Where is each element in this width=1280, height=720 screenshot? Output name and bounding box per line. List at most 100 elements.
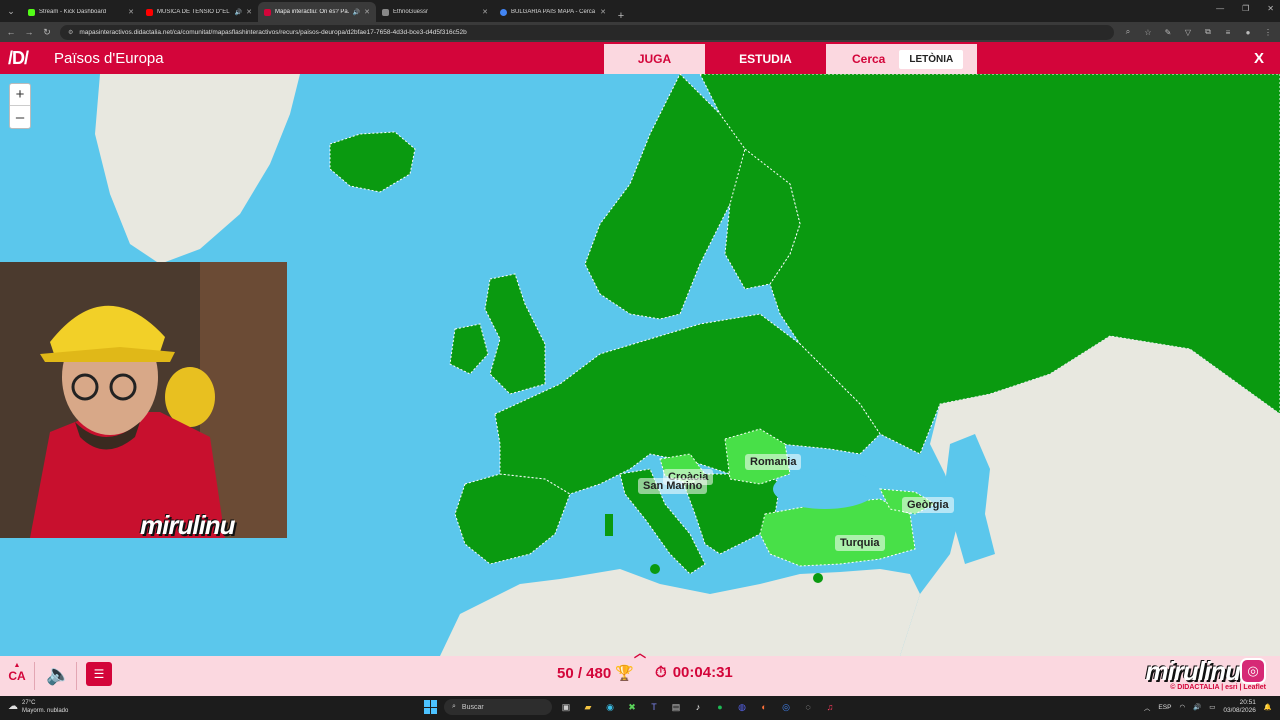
back-icon[interactable]: ← [6,27,16,37]
close-tab-icon[interactable]: ✕ [600,8,606,16]
forward-icon[interactable]: → [24,27,34,37]
language-label: CA [8,669,26,683]
volume-icon[interactable]: 🔊 [1193,703,1201,711]
address-bar: ← → ↻ ⚙ mapasinteractivos.didactalia.net… [0,22,1280,42]
country-ireland[interactable] [449,323,489,375]
tab-search-icon[interactable]: ⌄ [0,0,22,22]
country-sardinia[interactable] [605,514,613,536]
spotify-icon[interactable]: ● [712,699,728,715]
bookmark-star-icon[interactable]: ☆ [1142,28,1154,37]
new-tab-icon[interactable]: + [612,10,630,22]
tab-title: BULGARIA PAIS MAPA - Cerca a... [511,9,597,15]
estudia-button[interactable]: ESTUDIA [705,44,826,74]
wifi-icon[interactable]: ◠ [1179,703,1185,711]
site-info-icon[interactable]: ⚙ [68,29,73,36]
system-clock[interactable]: 20:51 03/08/2026 [1223,699,1256,715]
browser-tab-2[interactable]: MÚSICA DE TENSIÓ D''EL ... 🔊 ✕ [140,2,258,22]
didactalia-logo[interactable]: /D/ [8,48,48,69]
cerca-prompt: Cerca LETÒNIA [826,44,977,74]
comments-icon[interactable]: ☰ [86,662,112,686]
map-credits: © DIDACTALIA | esri | Leaflet [1170,684,1266,691]
clock-date: 03/08/2026 [1223,707,1256,714]
sound-toggle-icon[interactable]: 🔈 [46,662,71,687]
chrome-icon[interactable]: ◎ [778,699,794,715]
browser-tab-4[interactable]: EthnoGuessr ✕ [376,2,494,22]
black-sea [773,469,877,509]
temperature: 27°C [22,700,36,706]
file-explorer-icon[interactable]: ▰ [580,699,596,715]
language-selector[interactable]: ▲ CA [8,662,26,683]
juga-button[interactable]: JUGA [604,44,705,74]
expand-chevron-icon[interactable]: ︿ [634,644,646,661]
close-game-button[interactable]: X [1254,50,1264,67]
start-windows-icon[interactable] [424,700,438,714]
filter-icon[interactable]: ▽ [1182,28,1194,37]
tiktok-studio-icon[interactable]: ♫ [822,699,838,715]
country-sicily-malta[interactable] [650,564,660,574]
close-window-icon[interactable]: ✕ [1267,4,1274,13]
didactalia-favicon-icon [264,8,271,16]
weather-text: Mayorm. nublado [22,708,69,714]
extensions-puzzle-icon[interactable]: ⧉ [1202,27,1214,37]
browser-menu-icon[interactable]: ⋮ [1262,28,1274,37]
country-uk[interactable] [484,273,546,395]
speaker-icon[interactable]: 🔊 [353,9,360,16]
browser-tab-1[interactable]: Stream - Kick Dashboard ✕ [22,2,140,22]
close-tab-icon[interactable]: ✕ [482,8,488,16]
task-view-icon[interactable]: ▣ [558,699,574,715]
system-tray: ︿ ESP ◠ 🔊 ▭ 20:51 03/08/2026 🔔 [1144,699,1272,715]
greenland [95,74,300,264]
profile-avatar-icon[interactable]: ● [1242,28,1254,37]
edge-icon[interactable]: ◉ [602,699,618,715]
playlist-icon[interactable]: ≡ [1222,28,1234,37]
teams-icon[interactable]: T [646,699,662,715]
reload-icon[interactable]: ↻ [42,27,52,38]
country-iceland[interactable] [329,131,416,193]
weather-widget[interactable]: ☁ 27°C Mayorm. nublado [8,699,68,715]
browser-tab-5[interactable]: BULGARIA PAIS MAPA - Cerca a... ✕ [494,2,612,22]
store-icon[interactable]: ▤ [668,699,684,715]
battery-icon[interactable]: ▭ [1209,703,1215,711]
obs-icon[interactable]: ◌ [800,699,816,715]
zoom-in-button[interactable]: + [10,84,30,106]
streamer-webcam-image [0,262,287,538]
url-text: mapasinteractivos.didactalia.net/ca/comu… [79,28,467,36]
search-placeholder: Buscar [461,703,484,711]
zoom-controls: + – [9,83,31,129]
north-africa-land [440,569,920,656]
tiktok-icon[interactable]: ♪ [690,699,706,715]
browser-tab-3[interactable]: Mapa interactiu: On és? Pa... 🔊 ✕ [258,2,376,22]
label-san-marino: San Marino [638,478,708,494]
zoom-out-button[interactable]: – [10,106,30,128]
cloud-icon: ☁ [8,701,18,712]
score-display: 50 / 480 🏆 [557,664,634,683]
minimize-icon[interactable]: — [1216,4,1224,13]
country-spain-portugal[interactable] [454,473,571,565]
tray-chevron-icon[interactable]: ︿ [1144,702,1151,712]
taskbar-apps: ⌕ Buscar ▣ ▰ ◉ ✖ T ▤ ♪ ● ◍ ◐ ◎ ◌ ♫ [424,699,838,715]
input-language[interactable]: ESP [1158,704,1171,711]
discord-icon[interactable]: ◍ [734,699,750,715]
instagram-icon: ◎ [1240,658,1266,684]
maximize-icon[interactable]: ❐ [1242,4,1249,13]
close-tab-icon[interactable]: ✕ [364,8,370,16]
country-cyprus[interactable] [813,573,823,583]
close-tab-icon[interactable]: ✕ [128,8,134,16]
xbox-icon[interactable]: ✖ [624,699,640,715]
speaker-icon[interactable]: 🔊 [235,9,242,16]
search-icon: ⌕ [452,703,456,710]
timer-value: 00:04:31 [672,664,733,681]
zoom-icon[interactable]: ⌕ [1122,27,1134,37]
streamer-name-overlay: mirulinu [140,510,236,540]
notification-bell-icon[interactable]: 🔔 [1264,703,1272,711]
target-country: LETÒNIA [899,49,964,69]
taskbar-search[interactable]: ⌕ Buscar [444,699,552,715]
kick-favicon-icon [28,8,35,16]
tab-title: Stream - Kick Dashboard [39,9,107,15]
game-footer: ︿ ▲ CA 🔈 ☰ 50 / 480 🏆 ⏱ 00:04:31 mirulin… [0,646,1280,696]
cerca-label: Cerca [852,52,886,66]
firefox-icon[interactable]: ◐ [756,699,772,715]
url-field[interactable]: ⚙ mapasinteractivos.didactalia.net/ca/co… [60,24,1114,40]
close-tab-icon[interactable]: ✕ [246,8,252,16]
extension-icon[interactable]: ✎ [1162,28,1174,37]
